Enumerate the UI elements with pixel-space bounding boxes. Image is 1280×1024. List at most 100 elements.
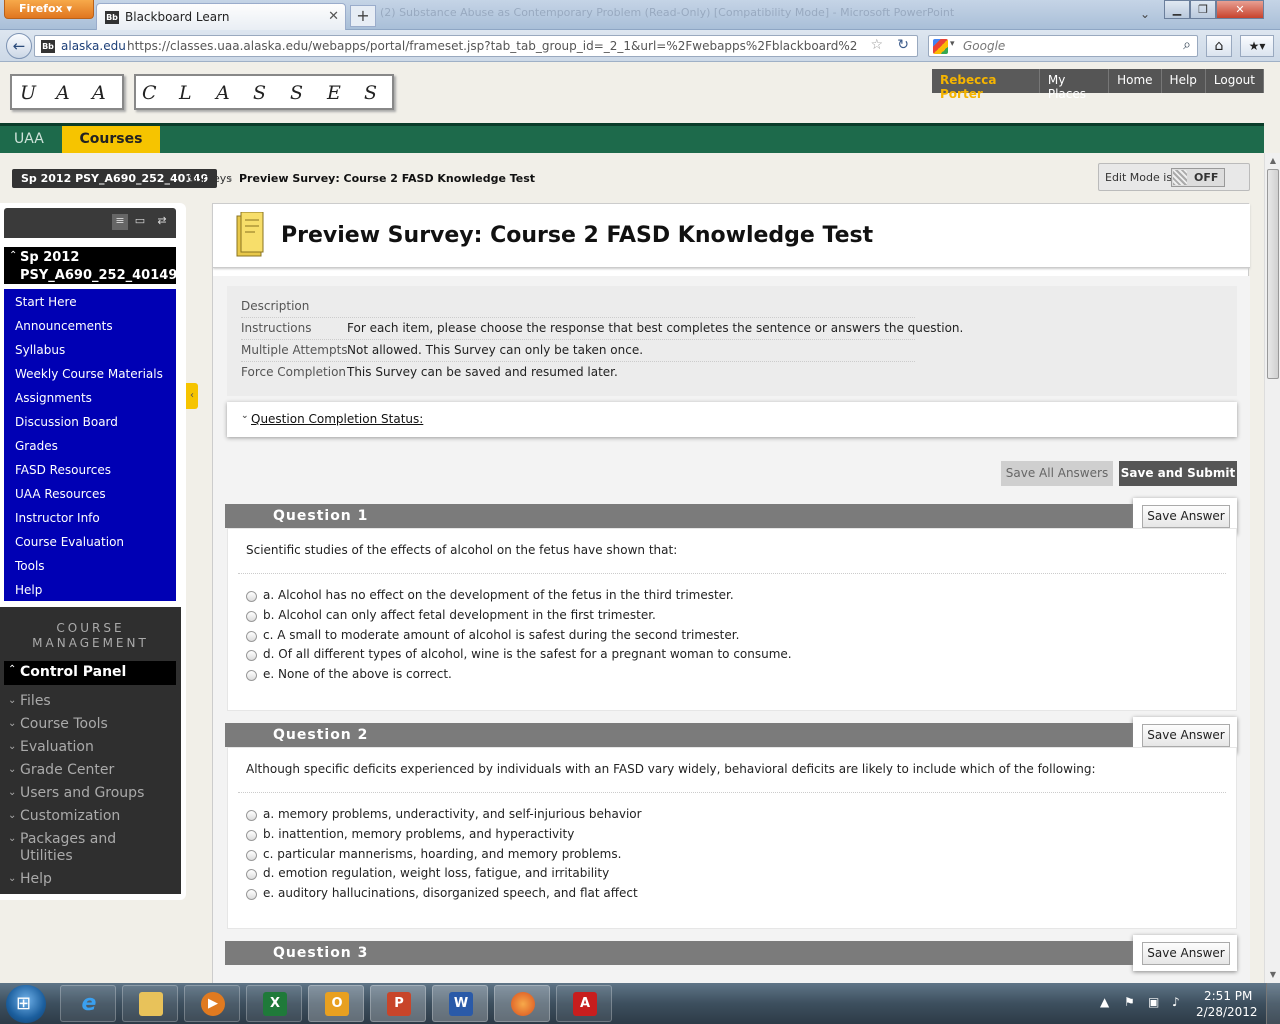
start-button[interactable]: ⊞ — [6, 985, 46, 1023]
taskbar-word[interactable]: W — [432, 985, 488, 1022]
firefox-menu-button[interactable]: Firefox ▾ — [4, 0, 94, 19]
cp-course-tools[interactable]: Course Tools — [20, 716, 108, 733]
reload-icon[interactable]: ↻ — [897, 37, 909, 53]
menu-assignments[interactable]: Assignments — [15, 391, 92, 405]
radio-button[interactable] — [246, 830, 257, 841]
menu-grades[interactable]: Grades — [15, 439, 58, 453]
radio-button[interactable] — [246, 591, 257, 602]
answer-option[interactable]: c. A small to moderate amount of alcohol… — [246, 628, 739, 642]
cp-help[interactable]: Help — [20, 871, 52, 888]
menu-announcements[interactable]: Announcements — [15, 319, 113, 333]
url-text[interactable]: https://classes.uaa.alaska.edu/webapps/p… — [127, 39, 857, 53]
my-places-link[interactable]: My Places — [1039, 69, 1110, 101]
page-scrollbar[interactable]: ▲ ▼ — [1264, 153, 1280, 983]
browser-tab[interactable]: Bb Blackboard Learn ✕ — [96, 3, 346, 30]
close-tab-icon[interactable]: ✕ — [328, 9, 339, 24]
radio-button[interactable] — [246, 850, 257, 861]
google-icon[interactable] — [933, 39, 948, 54]
cp-packages-line1[interactable]: Packages and — [20, 831, 116, 848]
expand-caret-icon[interactable]: ⌄ — [8, 718, 16, 729]
radio-button[interactable] — [246, 810, 257, 821]
answer-option[interactable]: d. Of all different types of alcohol, wi… — [246, 647, 792, 661]
collapse-caret-icon[interactable]: ⌃ — [9, 250, 17, 261]
expand-caret-icon[interactable]: ⌄ — [8, 787, 16, 798]
question-completion-status[interactable]: ⌄ Question Completion Status: — [227, 402, 1237, 437]
scroll-thumb[interactable] — [1267, 169, 1279, 379]
volume-icon[interactable]: ♪ — [1172, 995, 1180, 1009]
back-arrow-icon[interactable]: ← — [6, 33, 32, 59]
edit-mode-switch[interactable]: OFF — [1171, 168, 1225, 187]
logout-link[interactable]: Logout — [1205, 69, 1264, 93]
tab-courses[interactable]: Courses — [62, 126, 160, 153]
expand-caret-icon[interactable]: ⌄ — [8, 741, 16, 752]
menu-start-here[interactable]: Start Here — [15, 295, 77, 309]
control-panel-header[interactable]: ⌃ Control Panel — [4, 661, 176, 685]
maximize-button[interactable]: ❐ — [1190, 0, 1216, 19]
save-answer-button[interactable]: Save Answer — [1142, 942, 1230, 965]
answer-option[interactable]: b. Alcohol can only affect fetal develop… — [246, 608, 656, 622]
expand-caret-icon[interactable]: ⌄ — [8, 873, 16, 884]
answer-option[interactable]: b. inattention, memory problems, and hyp… — [246, 827, 574, 841]
expand-caret-icon[interactable]: ⌄ — [8, 833, 16, 844]
cp-files[interactable]: Files — [20, 693, 51, 710]
radio-button[interactable] — [246, 650, 257, 661]
menu-course-evaluation[interactable]: Course Evaluation — [15, 535, 124, 549]
expand-chevron-icon[interactable]: ⌄ — [241, 411, 249, 421]
search-engine-dropdown-icon[interactable]: ▾ — [950, 39, 955, 49]
home-link[interactable]: Home — [1109, 69, 1162, 93]
collapse-caret-icon[interactable]: ⌃ — [8, 664, 16, 675]
taskbar-internet-explorer[interactable]: e — [60, 985, 116, 1022]
radio-button[interactable] — [246, 611, 257, 622]
cp-customization[interactable]: Customization — [20, 808, 120, 825]
show-desktop-button[interactable] — [1266, 983, 1280, 1024]
clock-time[interactable]: 2:51 PM — [1204, 989, 1252, 1003]
taskbar-firefox[interactable] — [494, 985, 550, 1022]
answer-option[interactable]: d. emotion regulation, weight loss, fati… — [246, 866, 609, 880]
answer-option[interactable]: e. None of the above is correct. — [246, 667, 452, 681]
network-icon[interactable]: ▣ — [1148, 995, 1159, 1009]
scroll-up-arrow-icon[interactable]: ▲ — [1265, 153, 1280, 169]
answer-option[interactable]: a. memory problems, underactivity, and s… — [246, 807, 642, 821]
breadcrumb-surveys[interactable]: Surveys — [188, 172, 232, 185]
taskbar-media-player[interactable]: ▶ — [184, 985, 240, 1022]
menu-discussion-board[interactable]: Discussion Board — [15, 415, 118, 429]
star-icon[interactable]: ☆ — [870, 37, 883, 53]
answer-option[interactable]: c. particular mannerisms, hoarding, and … — [246, 847, 621, 861]
folder-view-icon[interactable]: ▭ — [132, 214, 148, 230]
minimize-button[interactable]: ▁ — [1164, 0, 1190, 19]
radio-button[interactable] — [246, 869, 257, 880]
radio-button[interactable] — [246, 889, 257, 900]
menu-weekly-course-materials[interactable]: Weekly Course Materials — [15, 367, 163, 381]
cp-packages-line2[interactable]: Utilities — [20, 848, 73, 865]
logo-uaa[interactable]: U A A — [10, 74, 124, 110]
new-tab-button[interactable]: + — [350, 5, 376, 27]
radio-button[interactable] — [246, 670, 257, 681]
expand-caret-icon[interactable]: ⌄ — [8, 810, 16, 821]
magnifier-icon[interactable]: ⌕ — [1183, 37, 1191, 53]
save-and-submit-button[interactable]: Save and Submit — [1119, 461, 1237, 486]
logo-classes[interactable]: C L A S S E S — [134, 74, 394, 110]
collapse-menu-handle[interactable]: ‹ — [186, 383, 198, 409]
menu-help[interactable]: Help — [15, 583, 42, 597]
cp-evaluation[interactable]: Evaluation — [20, 739, 94, 756]
refresh-icon[interactable]: ⇄ — [154, 214, 170, 230]
tab-list-chevron-icon[interactable]: ⌄ — [1140, 7, 1150, 21]
menu-tools[interactable]: Tools — [15, 559, 45, 573]
expand-caret-icon[interactable]: ⌄ — [8, 764, 16, 775]
bookmarks-icon[interactable]: ★▾ — [1240, 35, 1274, 57]
taskbar-adobe-reader[interactable]: A — [556, 985, 612, 1022]
action-center-flag-icon[interactable]: ⚑ — [1124, 995, 1135, 1009]
menu-instructor-info[interactable]: Instructor Info — [15, 511, 100, 525]
home-icon[interactable]: ⌂ — [1206, 35, 1232, 57]
answer-option[interactable]: a. Alcohol has no effect on the developm… — [246, 588, 734, 602]
menu-fasd-resources[interactable]: FASD Resources — [15, 463, 111, 477]
scroll-down-arrow-icon[interactable]: ▼ — [1265, 967, 1280, 983]
answer-option[interactable]: e. auditory hallucinations, disorganized… — [246, 886, 638, 900]
help-link[interactable]: Help — [1161, 69, 1206, 93]
save-all-answers-button[interactable]: Save All Answers — [1001, 461, 1113, 486]
menu-syllabus[interactable]: Syllabus — [15, 343, 65, 357]
expand-caret-icon[interactable]: ⌄ — [8, 695, 16, 706]
close-window-button[interactable]: ✕ — [1216, 0, 1264, 19]
taskbar-powerpoint[interactable]: P — [370, 985, 426, 1022]
cp-grade-center[interactable]: Grade Center — [20, 762, 114, 779]
